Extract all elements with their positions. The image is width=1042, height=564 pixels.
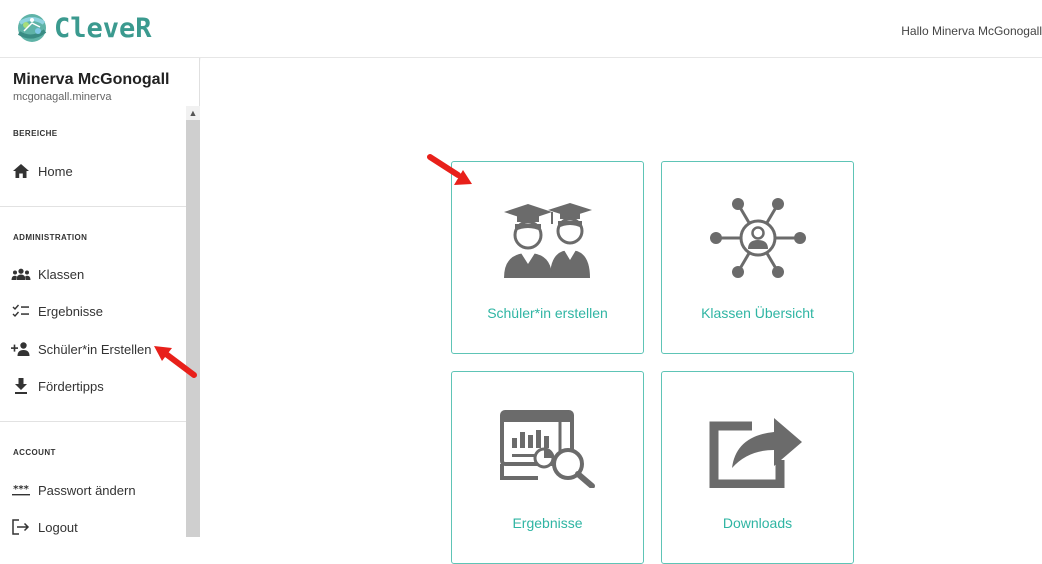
- sidebar: Minerva McGonogall mcgonagall.minerva ▲ …: [0, 58, 200, 537]
- download-icon: [11, 378, 31, 394]
- sidebar-item-label: Fördertipps: [38, 378, 104, 394]
- sidebar-item-foerdertipps[interactable]: Fördertipps: [11, 373, 104, 399]
- tile-label: Klassen Übersicht: [701, 305, 814, 321]
- user-login: mcgonagall.minerva: [13, 91, 112, 103]
- add-person-icon: [11, 341, 31, 357]
- logo-text: CleveR: [54, 12, 152, 44]
- sidebar-item-logout[interactable]: Logout: [11, 514, 78, 540]
- home-icon: [11, 163, 31, 179]
- password-icon: ***: [11, 482, 31, 498]
- user-name: Minerva McGonogall: [13, 71, 170, 88]
- tile-downloads[interactable]: Downloads: [661, 371, 854, 564]
- tile-ergebnisse[interactable]: Ergebnisse: [451, 371, 644, 564]
- greeting-text: Hallo Minerva McGonogall: [901, 24, 1042, 38]
- tile-label: Ergebnisse: [512, 515, 583, 531]
- sidebar-item-schueler-erstellen[interactable]: Schüler*in Erstellen: [11, 336, 151, 362]
- top-bar: CleveR Hallo Minerva McGonogall: [0, 0, 1042, 58]
- tile-label: Schüler*in erstellen: [487, 305, 608, 321]
- sidebar-item-passwort-aendern[interactable]: *** Passwort ändern: [11, 477, 136, 503]
- scroll-up-icon[interactable]: ▲: [186, 106, 200, 120]
- section-title-administration: ADMINISTRATION: [13, 233, 88, 242]
- section-title-bereiche: BEREICHE: [13, 129, 58, 138]
- sidebar-item-label: Schüler*in Erstellen: [38, 341, 152, 357]
- tile-schueler-erstellen[interactable]: Schüler*in erstellen: [451, 161, 644, 354]
- logo-icon: [17, 14, 47, 42]
- sidebar-item-label: Logout: [38, 519, 78, 535]
- sidebar-item-label: Home: [38, 163, 73, 179]
- group-icon: [11, 266, 31, 282]
- share-export-icon: [662, 408, 853, 488]
- annotation-arrow-icon: [154, 346, 197, 378]
- sidebar-item-home[interactable]: Home: [11, 158, 73, 184]
- sidebar-divider: [0, 206, 186, 207]
- checklist-icon: [11, 303, 31, 319]
- tile-klassen-uebersicht[interactable]: Klassen Übersicht: [661, 161, 854, 354]
- sidebar-divider: [0, 421, 186, 422]
- sidebar-scrollbar[interactable]: [186, 106, 200, 537]
- sidebar-item-klassen[interactable]: Klassen: [11, 261, 84, 287]
- sidebar-item-ergebnisse[interactable]: Ergebnisse: [11, 298, 103, 324]
- sidebar-item-label: Passwort ändern: [38, 482, 136, 498]
- report-analysis-icon: [452, 408, 643, 488]
- sidebar-item-label: Ergebnisse: [38, 303, 104, 319]
- svg-text:***: ***: [13, 484, 29, 495]
- section-title-account: ACCOUNT: [13, 448, 56, 457]
- graduates-icon: [452, 198, 643, 278]
- network-icon: [662, 198, 853, 278]
- main-content: Schüler*in erstellen Klassen Übersicht E…: [201, 58, 1042, 564]
- logout-icon: [11, 519, 31, 535]
- annotation-arrow-icon: [427, 154, 472, 185]
- sidebar-item-label: Klassen: [38, 266, 85, 282]
- logo[interactable]: CleveR: [14, 8, 152, 48]
- tile-label: Downloads: [722, 515, 793, 531]
